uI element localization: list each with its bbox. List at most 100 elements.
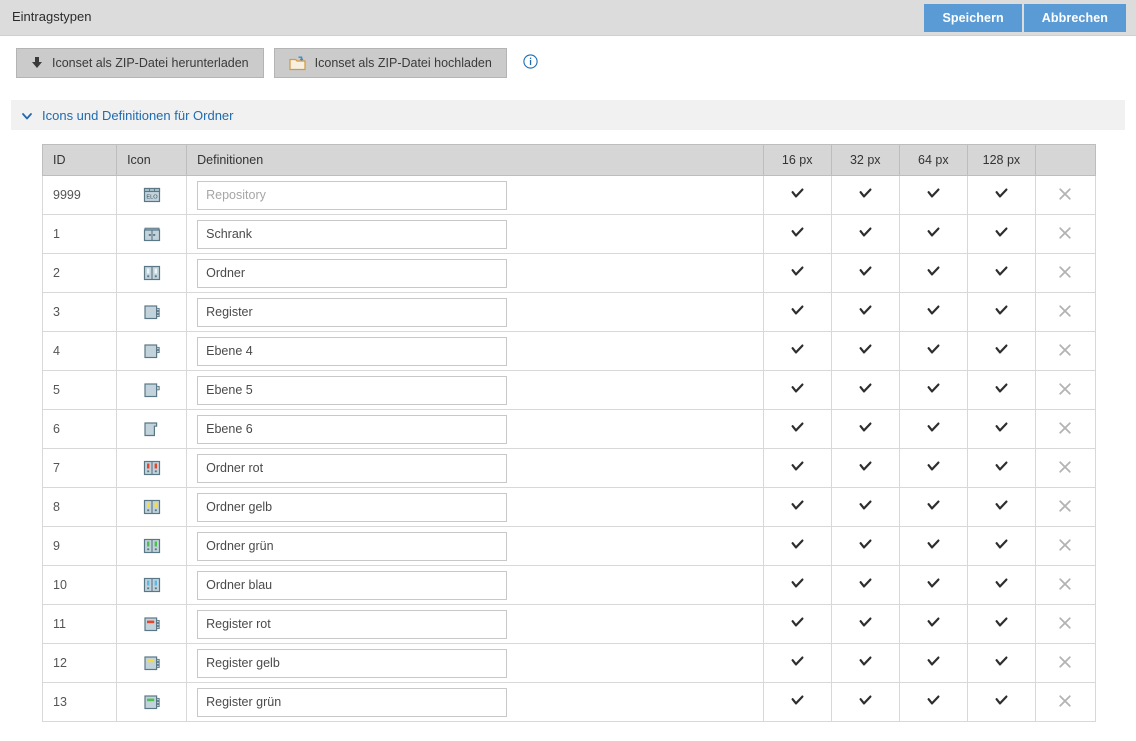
checkmark-icon[interactable] <box>994 381 1009 396</box>
size-toggle-64px[interactable] <box>898 682 968 722</box>
checkmark-icon[interactable] <box>858 693 873 708</box>
size-toggle-128px[interactable] <box>966 604 1036 644</box>
close-x-icon[interactable] <box>1057 381 1073 397</box>
size-toggle-64px[interactable] <box>898 643 968 683</box>
size-toggle-64px[interactable] <box>898 604 968 644</box>
delete-row-button[interactable] <box>1034 175 1097 215</box>
close-x-icon[interactable] <box>1057 264 1073 280</box>
checkmark-icon[interactable] <box>994 693 1009 708</box>
definition-input[interactable] <box>197 258 508 288</box>
size-toggle-128px[interactable] <box>966 409 1036 449</box>
checkmark-icon[interactable] <box>994 186 1009 201</box>
size-toggle-128px[interactable] <box>966 331 1036 371</box>
definition-input[interactable] <box>197 180 508 210</box>
checkmark-icon[interactable] <box>858 342 873 357</box>
size-toggle-32px[interactable] <box>830 526 900 566</box>
checkmark-icon[interactable] <box>926 186 941 201</box>
size-toggle-16px[interactable] <box>762 448 832 488</box>
checkmark-icon[interactable] <box>790 342 805 357</box>
definition-input[interactable] <box>197 492 508 522</box>
definition-input[interactable] <box>197 531 508 561</box>
checkmark-icon[interactable] <box>858 264 873 279</box>
definition-input[interactable] <box>197 297 508 327</box>
definition-input[interactable] <box>197 687 508 717</box>
checkmark-icon[interactable] <box>790 303 805 318</box>
delete-row-button[interactable] <box>1034 448 1097 488</box>
size-toggle-64px[interactable] <box>898 409 968 449</box>
size-toggle-32px[interactable] <box>830 331 900 371</box>
size-toggle-128px[interactable] <box>966 175 1036 215</box>
size-toggle-64px[interactable] <box>898 565 968 605</box>
checkmark-icon[interactable] <box>994 537 1009 552</box>
size-toggle-32px[interactable] <box>830 448 900 488</box>
size-toggle-32px[interactable] <box>830 370 900 410</box>
checkmark-icon[interactable] <box>926 381 941 396</box>
definition-input[interactable] <box>197 336 508 366</box>
checkmark-icon[interactable] <box>926 498 941 513</box>
definition-input[interactable] <box>197 609 508 639</box>
definition-input[interactable] <box>197 570 508 600</box>
size-toggle-16px[interactable] <box>762 565 832 605</box>
size-toggle-16px[interactable] <box>762 331 832 371</box>
checkmark-icon[interactable] <box>926 264 941 279</box>
checkmark-icon[interactable] <box>858 498 873 513</box>
size-toggle-16px[interactable] <box>762 526 832 566</box>
close-x-icon[interactable] <box>1057 537 1073 553</box>
checkmark-icon[interactable] <box>858 225 873 240</box>
checkmark-icon[interactable] <box>994 303 1009 318</box>
size-toggle-32px[interactable] <box>830 682 900 722</box>
checkmark-icon[interactable] <box>926 537 941 552</box>
close-x-icon[interactable] <box>1057 615 1073 631</box>
save-button[interactable]: Speichern <box>924 4 1022 32</box>
size-toggle-128px[interactable] <box>966 526 1036 566</box>
checkmark-icon[interactable] <box>790 225 805 240</box>
size-toggle-128px[interactable] <box>966 292 1036 332</box>
size-toggle-64px[interactable] <box>898 331 968 371</box>
size-toggle-16px[interactable] <box>762 175 832 215</box>
close-x-icon[interactable] <box>1057 576 1073 592</box>
definition-input[interactable] <box>197 375 508 405</box>
checkmark-icon[interactable] <box>790 186 805 201</box>
size-toggle-32px[interactable] <box>830 409 900 449</box>
size-toggle-16px[interactable] <box>762 214 832 254</box>
size-toggle-128px[interactable] <box>966 487 1036 527</box>
size-toggle-32px[interactable] <box>830 214 900 254</box>
checkmark-icon[interactable] <box>790 459 805 474</box>
checkmark-icon[interactable] <box>926 615 941 630</box>
checkmark-icon[interactable] <box>926 576 941 591</box>
delete-row-button[interactable] <box>1034 604 1097 644</box>
info-circle-icon[interactable] <box>523 54 538 69</box>
checkmark-icon[interactable] <box>926 342 941 357</box>
checkmark-icon[interactable] <box>994 342 1009 357</box>
checkmark-icon[interactable] <box>994 498 1009 513</box>
definition-input[interactable] <box>197 219 508 249</box>
delete-row-button[interactable] <box>1034 292 1097 332</box>
checkmark-icon[interactable] <box>858 186 873 201</box>
checkmark-icon[interactable] <box>790 498 805 513</box>
size-toggle-128px[interactable] <box>966 643 1036 683</box>
size-toggle-32px[interactable] <box>830 292 900 332</box>
size-toggle-16px[interactable] <box>762 604 832 644</box>
size-toggle-32px[interactable] <box>830 565 900 605</box>
delete-row-button[interactable] <box>1034 409 1097 449</box>
checkmark-icon[interactable] <box>790 615 805 630</box>
checkmark-icon[interactable] <box>790 420 805 435</box>
checkmark-icon[interactable] <box>790 576 805 591</box>
checkmark-icon[interactable] <box>858 420 873 435</box>
checkmark-icon[interactable] <box>926 693 941 708</box>
close-x-icon[interactable] <box>1057 420 1073 436</box>
size-toggle-128px[interactable] <box>966 682 1036 722</box>
close-x-icon[interactable] <box>1057 693 1073 709</box>
size-toggle-64px[interactable] <box>898 214 968 254</box>
checkmark-icon[interactable] <box>926 303 941 318</box>
definition-input[interactable] <box>197 648 508 678</box>
size-toggle-16px[interactable] <box>762 370 832 410</box>
size-toggle-128px[interactable] <box>966 214 1036 254</box>
size-toggle-16px[interactable] <box>762 487 832 527</box>
close-x-icon[interactable] <box>1057 186 1073 202</box>
delete-row-button[interactable] <box>1034 487 1097 527</box>
size-toggle-16px[interactable] <box>762 409 832 449</box>
checkmark-icon[interactable] <box>858 654 873 669</box>
size-toggle-16px[interactable] <box>762 682 832 722</box>
size-toggle-128px[interactable] <box>966 253 1036 293</box>
